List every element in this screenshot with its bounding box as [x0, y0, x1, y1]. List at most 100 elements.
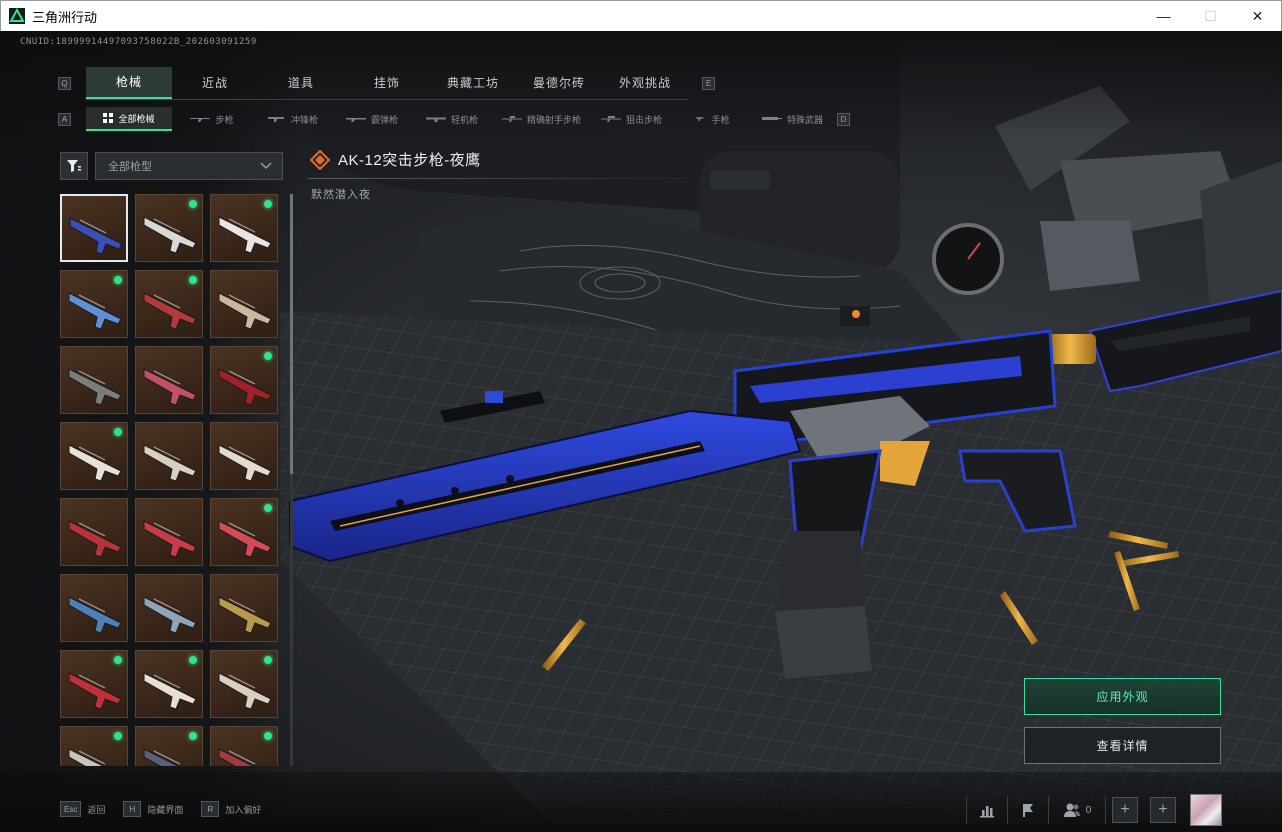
new-indicator-dot [189, 200, 197, 208]
tab-guns[interactable]: 枪械 [86, 66, 172, 99]
prev-tab-key-hint[interactable]: Q [58, 76, 71, 90]
subtab-label: 全部枪械 [118, 113, 155, 124]
skin-item[interactable] [210, 650, 278, 718]
skin-item[interactable] [60, 574, 128, 642]
prev-subtab-key-hint[interactable]: A [58, 112, 71, 126]
skin-item[interactable] [135, 346, 203, 414]
skin-item[interactable] [60, 422, 128, 490]
gun-skin-thumbnail [143, 596, 197, 634]
dropdown-value: 全部枪型 [108, 161, 152, 173]
new-indicator-dot [264, 656, 272, 664]
skin-item[interactable] [210, 346, 278, 414]
skin-item[interactable] [135, 194, 203, 262]
skin-item[interactable] [60, 650, 128, 718]
tab-collection-workshop[interactable]: 典藏工坊 [430, 67, 516, 99]
new-indicator-dot [189, 656, 197, 664]
new-indicator-dot [264, 352, 272, 360]
subtab-shotgun[interactable]: 霰弹枪 [332, 107, 412, 131]
gun-skin-thumbnail [143, 292, 197, 330]
skin-item[interactable] [135, 726, 203, 766]
avatar[interactable] [1190, 794, 1222, 826]
new-indicator-dot [114, 428, 122, 436]
skin-item[interactable] [210, 194, 278, 262]
skin-item[interactable] [60, 346, 128, 414]
skin-item[interactable] [60, 194, 128, 262]
subtab-all-guns[interactable]: 全部枪械 [86, 107, 172, 131]
gun-skin-thumbnail [68, 520, 122, 558]
skin-item[interactable] [210, 574, 278, 642]
gun-skin-thumbnail [143, 368, 197, 406]
window-title: 三角洲行动 [32, 10, 98, 26]
key-badge: R [201, 801, 220, 817]
hide-ui-hint[interactable]: H 隐藏界面 [123, 801, 183, 817]
new-indicator-dot [264, 732, 272, 740]
weapon-type-dropdown[interactable]: 全部枪型 [95, 152, 283, 180]
gun-skin-thumbnail [68, 444, 122, 482]
skin-item[interactable] [210, 498, 278, 566]
hint-label: 加入偏好 [225, 804, 262, 815]
friends-button[interactable]: 0 [1049, 795, 1105, 825]
flag-button[interactable] [1008, 795, 1048, 825]
filter-button[interactable] [60, 152, 88, 180]
tab-melee[interactable]: 近战 [172, 67, 258, 99]
skin-item[interactable] [60, 270, 128, 338]
close-button[interactable]: ✕ [1234, 1, 1281, 31]
add-slot-button[interactable]: + [1150, 797, 1176, 823]
stats-button[interactable] [967, 795, 1007, 825]
rifle-icon [190, 118, 211, 122]
skin-item[interactable] [135, 498, 203, 566]
scrollbar-thumb[interactable] [290, 194, 293, 474]
subtab-lmg[interactable]: 轻机枪 [412, 107, 492, 131]
rarity-diamond-icon [310, 149, 330, 170]
tab-items[interactable]: 道具 [258, 67, 344, 99]
subtab-smg[interactable]: 冲锋枪 [252, 107, 332, 131]
skin-item[interactable] [210, 422, 278, 490]
tab-appearance-challenge[interactable]: 外观挑战 [602, 67, 688, 99]
skin-grid-scrollbar[interactable] [290, 194, 293, 766]
title-bar: 三角洲行动 — ☐ ✕ [0, 0, 1282, 31]
player-uid: CNUID:18999914497093758022B_202603091259 [20, 37, 257, 47]
subtab-special[interactable]: 特殊武器 [752, 107, 833, 131]
gun-skin-thumbnail [218, 368, 272, 406]
subtab-dmr[interactable]: 精确射手步枪 [492, 107, 591, 131]
divider [1105, 796, 1106, 824]
subtab-label: 精确射手步枪 [527, 114, 582, 125]
gun-skin-thumbnail [143, 672, 197, 710]
subtab-rifle[interactable]: 步枪 [172, 107, 252, 131]
skin-item[interactable] [210, 270, 278, 338]
gun-skin-thumbnail [143, 216, 197, 254]
next-subtab-key-hint[interactable]: D [837, 112, 851, 126]
next-tab-key-hint[interactable]: E [702, 76, 715, 90]
new-indicator-dot [114, 276, 122, 284]
tab-charms[interactable]: 挂饰 [344, 67, 430, 99]
hint-label: 隐藏界面 [147, 804, 184, 815]
minimize-button[interactable]: — [1140, 1, 1187, 31]
gun-skin-thumbnail [68, 596, 122, 634]
subtab-pistol[interactable]: 手枪 [672, 107, 752, 131]
gun-skin-thumbnail [68, 292, 122, 330]
sniper-icon [601, 116, 622, 122]
new-indicator-dot [189, 732, 197, 740]
skin-item[interactable] [135, 650, 203, 718]
tab-mandel-brick[interactable]: 曼德尔砖 [516, 67, 602, 99]
skin-item[interactable] [60, 498, 128, 566]
maximize-button[interactable]: ☐ [1187, 1, 1234, 31]
skin-item[interactable] [135, 422, 203, 490]
subtab-label: 手枪 [711, 114, 730, 125]
view-details-button[interactable]: 查看详情 [1024, 727, 1221, 764]
key-badge: Esc [60, 801, 82, 817]
skin-item[interactable] [60, 726, 128, 766]
gun-skin-thumbnail [143, 444, 197, 482]
apply-skin-button[interactable]: 应用外观 [1024, 678, 1221, 715]
new-indicator-dot [114, 732, 122, 740]
add-favorite-hint[interactable]: R 加入偏好 [201, 801, 261, 817]
add-slot-button[interactable]: + [1112, 797, 1138, 823]
pistol-icon [695, 117, 703, 121]
skin-item[interactable] [210, 726, 278, 766]
skin-item[interactable] [135, 270, 203, 338]
back-hint[interactable]: Esc 返回 [60, 801, 105, 817]
skin-item[interactable] [135, 574, 203, 642]
subtab-sniper[interactable]: 狙击步枪 [591, 107, 672, 131]
gun-skin-thumbnail [218, 444, 272, 482]
weapon-type-tabs: A 全部枪械 步枪 冲锋枪 霰弹枪 轻机枪 精确射手步枪 狙击步枪 手枪 特殊武… [58, 107, 851, 131]
